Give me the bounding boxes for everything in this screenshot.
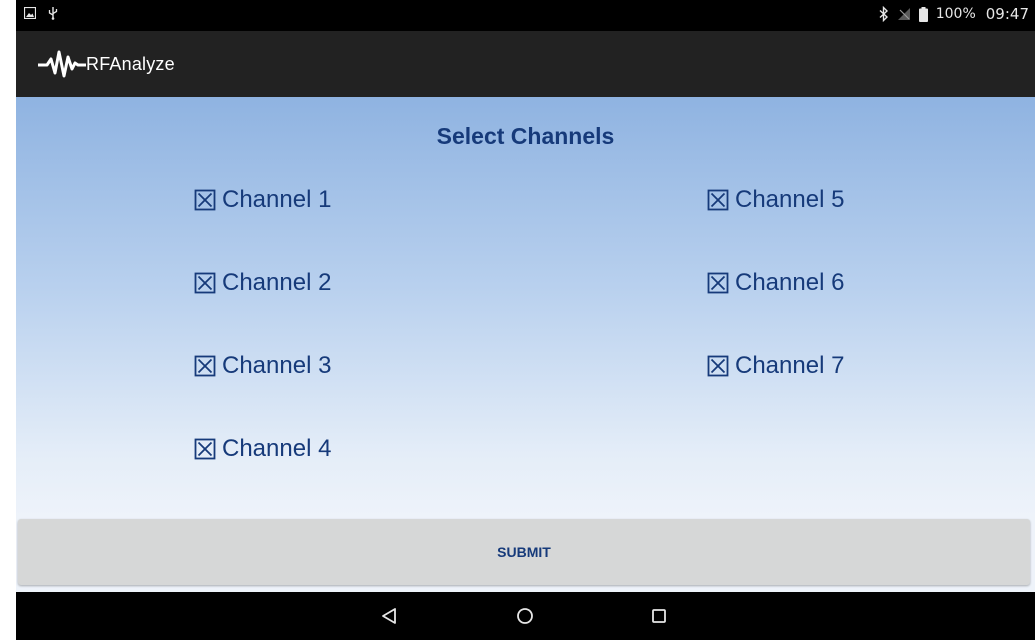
submit-area: SUBMIT xyxy=(16,517,1035,592)
status-clock: 09:47 xyxy=(985,5,1029,23)
channel-5-checkbox[interactable]: Channel 5 xyxy=(707,186,844,214)
page-title: Select Channels xyxy=(436,123,615,149)
checked-box-icon xyxy=(707,272,729,294)
channel-label: Channel 7 xyxy=(735,352,845,379)
status-right-icons: 100% 09:47 xyxy=(879,5,1029,23)
app-title: RFAnalyze xyxy=(86,53,175,74)
channel-7-checkbox[interactable]: Channel 7 xyxy=(707,352,844,380)
channel-label: Channel 2 xyxy=(222,269,332,296)
checked-box-icon xyxy=(707,189,729,211)
system-nav-bar xyxy=(16,592,1035,640)
channel-1-checkbox[interactable]: Channel 1 xyxy=(194,186,331,214)
recents-icon[interactable] xyxy=(647,604,671,628)
status-bar: 100% 09:47 xyxy=(16,0,1035,31)
back-icon[interactable] xyxy=(377,604,401,628)
battery-icon xyxy=(918,6,928,22)
status-left-icons xyxy=(24,6,58,20)
usb-icon xyxy=(48,6,58,20)
checked-box-icon xyxy=(707,355,729,377)
checked-box-icon xyxy=(194,355,216,377)
checked-box-icon xyxy=(194,438,216,460)
channel-label: Channel 3 xyxy=(222,352,332,379)
checked-box-icon xyxy=(194,272,216,294)
channel-label: Channel 4 xyxy=(222,435,332,462)
bluetooth-icon xyxy=(879,6,889,22)
app-bar: RFAnalyze xyxy=(16,31,1035,97)
waveform-logo-icon xyxy=(38,49,86,79)
channel-selection-panel: Select Channels Channel 1 Channel 2 Chan… xyxy=(16,97,1035,517)
submit-button[interactable]: SUBMIT xyxy=(18,519,1030,585)
device-screen: 100% 09:47 RFAnalyze Select Channels Cha… xyxy=(16,0,1035,640)
no-sim-icon xyxy=(897,7,911,21)
channel-label: Channel 1 xyxy=(222,186,332,213)
channel-label: Channel 5 xyxy=(735,186,845,213)
channel-2-checkbox[interactable]: Channel 2 xyxy=(194,269,331,297)
channel-label: Channel 6 xyxy=(735,269,845,296)
checked-box-icon xyxy=(194,189,216,211)
app-logo: RFAnalyze xyxy=(38,48,175,80)
channel-4-checkbox[interactable]: Channel 4 xyxy=(194,435,331,463)
channel-6-checkbox[interactable]: Channel 6 xyxy=(707,269,844,297)
home-icon[interactable] xyxy=(513,604,537,628)
channel-3-checkbox[interactable]: Channel 3 xyxy=(194,352,331,380)
battery-percentage: 100% xyxy=(935,6,976,22)
image-icon xyxy=(24,7,36,19)
